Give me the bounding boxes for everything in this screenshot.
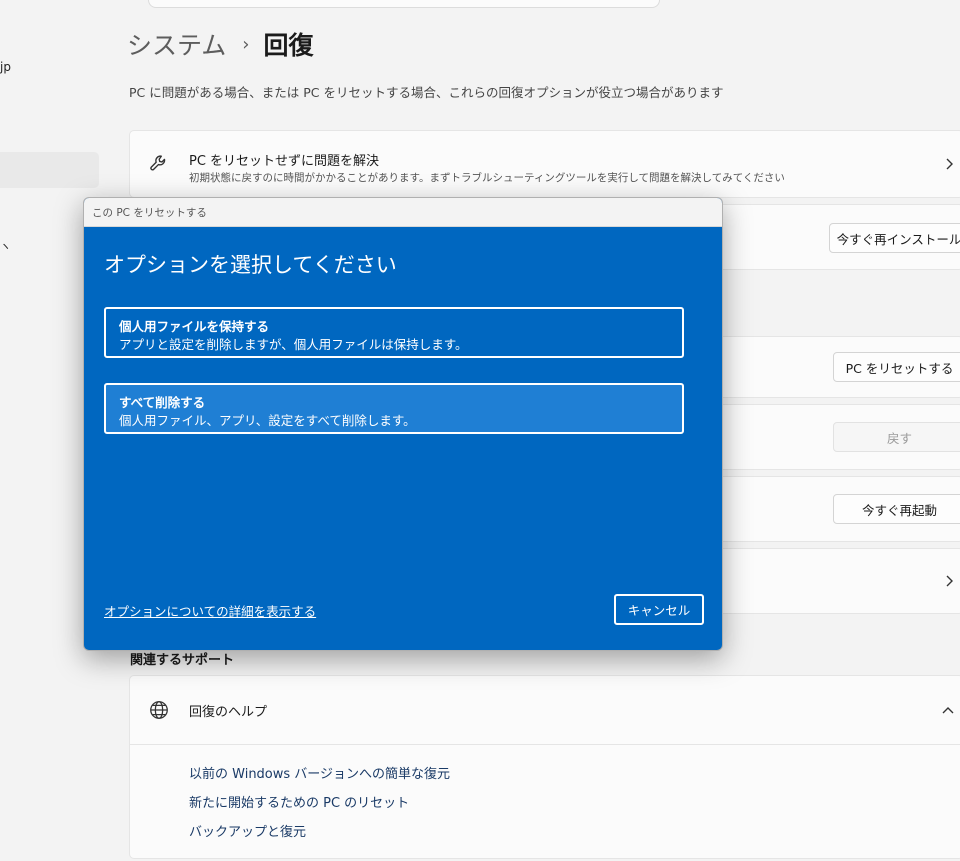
recovery-help-header[interactable]: 回復のヘルプ	[130, 676, 960, 744]
divider	[130, 744, 960, 745]
breadcrumb-separator: ›	[242, 33, 250, 55]
chevron-right-icon	[946, 575, 953, 587]
dialog-heading: オプションを選択してください	[104, 253, 397, 277]
sidebar-item-system[interactable]	[0, 152, 99, 188]
fix-without-reset-card[interactable]: PC をリセットせずに問題を解決 初期状態に戻すのに時間がかかることがあります。…	[129, 130, 960, 198]
remove-everything-option-desc: 個人用ファイル、アプリ、設定をすべて削除します。	[119, 413, 416, 428]
related-support-heading: 関連するサポート	[130, 653, 235, 668]
breadcrumb-parent[interactable]: システム	[127, 26, 226, 62]
wrench-icon	[150, 155, 166, 171]
reinstall-now-button[interactable]: 今すぐ再インストール	[829, 223, 960, 253]
sidebar-account-fragment: jp	[0, 60, 11, 74]
chevron-right-icon	[946, 158, 953, 170]
page-intro: PC に問題がある場合、または PC をリセットする場合、これらの回復オプション…	[129, 85, 724, 100]
keep-files-option-title: 個人用ファイルを保持する	[119, 319, 270, 334]
help-link-rollback[interactable]: 以前の Windows バージョンへの簡単な復元	[189, 763, 450, 782]
globe-icon	[150, 701, 168, 719]
help-link-backup[interactable]: バックアップと復元	[189, 821, 306, 840]
fix-card-description: 初期状態に戻すのに時間がかかることがあります。まずトラブルシューティングツールを…	[189, 172, 785, 184]
cancel-button[interactable]: キャンセル	[614, 594, 704, 625]
dialog-titlebar[interactable]: この PC をリセットする	[84, 198, 722, 227]
restart-now-button[interactable]: 今すぐ再起動	[833, 494, 960, 524]
fix-card-title: PC をリセットせずに問題を解決	[189, 154, 380, 169]
options-details-link[interactable]: オプションについての詳細を表示する	[104, 601, 316, 620]
reset-pc-dialog: この PC をリセットする オプションを選択してください 個人用ファイルを保持す…	[83, 197, 723, 651]
go-back-button[interactable]: 戻す	[833, 422, 960, 452]
breadcrumb: システム › 回復	[127, 26, 313, 62]
reset-pc-button[interactable]: PC をリセットする	[833, 352, 960, 382]
help-link-reset[interactable]: 新たに開始するための PC のリセット	[189, 792, 409, 811]
page-title: 回復	[263, 31, 314, 60]
keep-files-option-desc: アプリと設定を削除しますが、個人用ファイルは保持します。	[119, 337, 468, 352]
keep-files-option[interactable]: 個人用ファイルを保持する アプリと設定を削除しますが、個人用ファイルは保持します…	[104, 307, 684, 358]
remove-everything-option[interactable]: すべて削除する 個人用ファイル、アプリ、設定をすべて削除します。	[104, 383, 684, 434]
sidebar-icon-fragment: ヽ	[0, 240, 11, 253]
recovery-help-title: 回復のヘルプ	[189, 705, 268, 720]
chevron-up-icon	[942, 707, 954, 714]
dialog-window-title: この PC をリセットする	[92, 207, 207, 219]
remove-everything-option-title: すべて削除する	[119, 395, 206, 410]
search-box[interactable]	[148, 0, 660, 8]
